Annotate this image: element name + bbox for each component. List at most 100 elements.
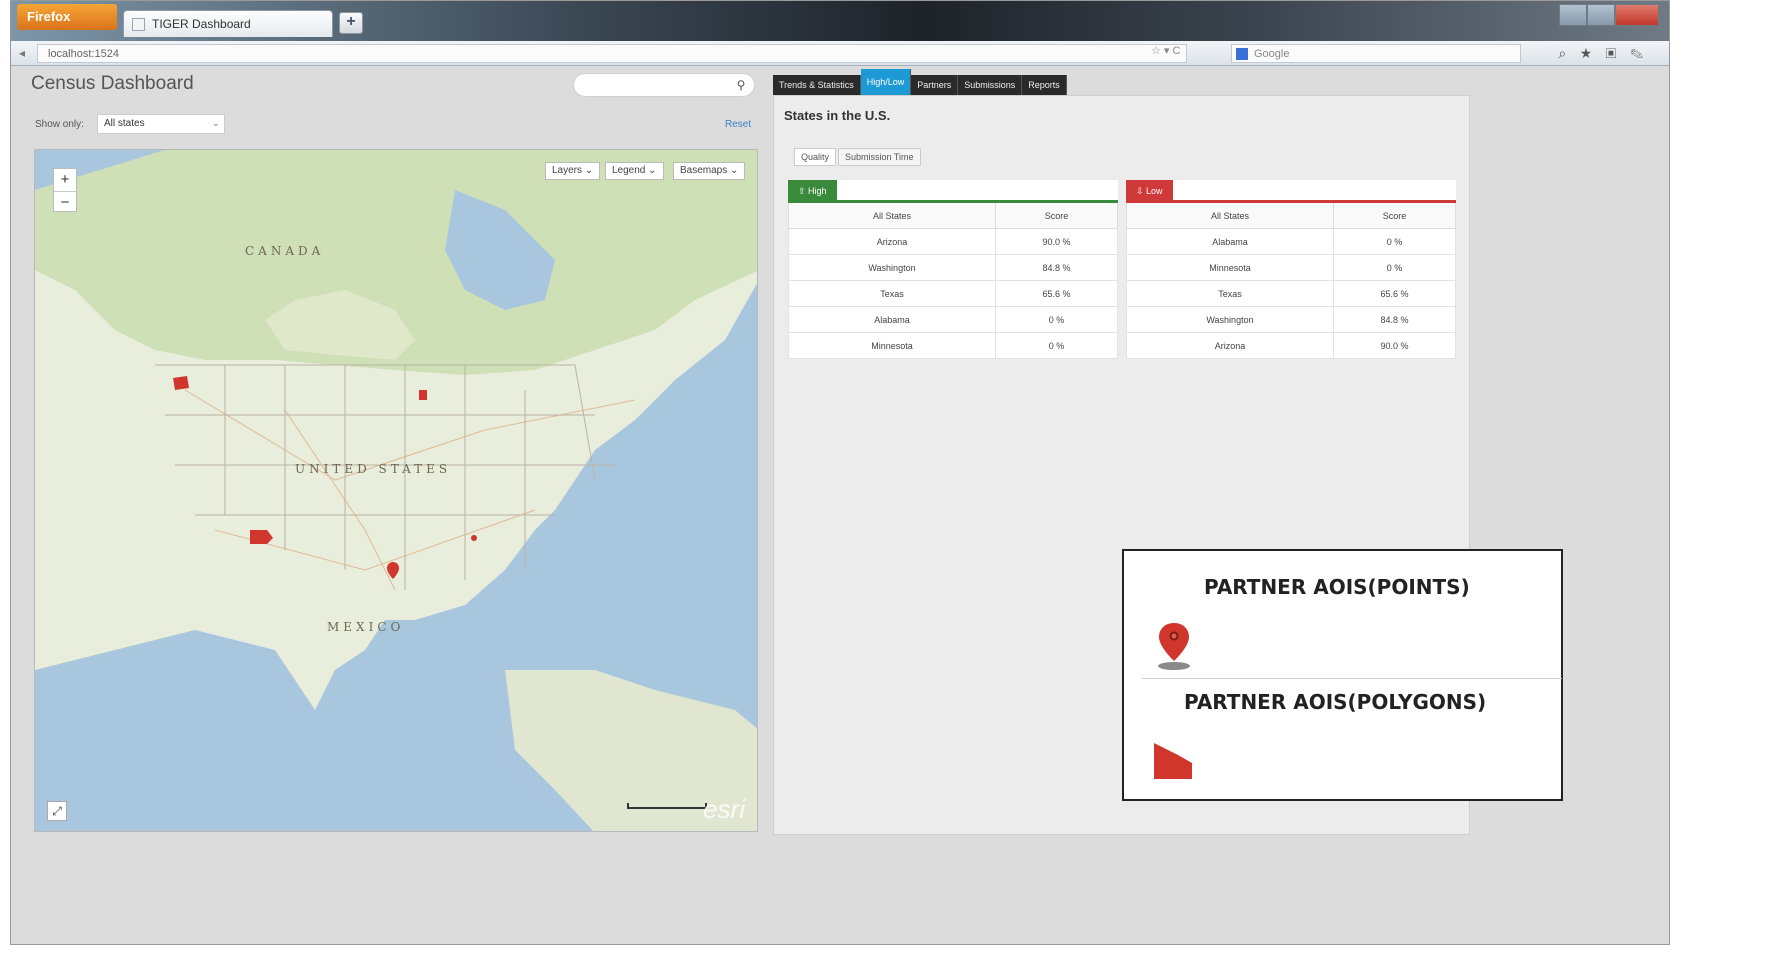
map-pin-icon [1158, 623, 1190, 670]
low-underline [1126, 200, 1456, 203]
search-engine-icon [1236, 48, 1248, 60]
column-header-score[interactable]: Score [995, 202, 1118, 229]
tab-quality[interactable]: Quality [794, 148, 837, 166]
state-filter-select[interactable]: All states ⌄ [97, 114, 225, 134]
high-table: All States Score Arizona 90.0 % Washingto… [788, 202, 1118, 359]
legend-callout: PARTNER AOIS(POINTS) PARTNER AOIS(POLYGO… [1122, 549, 1563, 801]
low-table: All States Score Alabama 0 % Minnesota 0 %… [1126, 202, 1456, 359]
score-cell: 0 % [995, 332, 1118, 359]
legend-divider [1142, 678, 1562, 679]
score-cell: 0 % [1333, 228, 1456, 255]
screenshot-stage: Firefox TIGER Dashboard + ◂ localhost:15… [0, 0, 1789, 955]
tab-trends[interactable]: Trends & Statistics [773, 75, 861, 95]
score-cell: 65.6 % [1333, 280, 1456, 307]
map-scale-bar [627, 803, 707, 809]
chevron-down-icon: ⌄ [211, 118, 220, 129]
score-cell: 0 % [1333, 254, 1456, 281]
table-row: Arizona 90.0 % [788, 228, 1118, 255]
metric-tabs: Quality Submission Time [794, 148, 923, 166]
column-header-state[interactable]: All States [788, 202, 996, 229]
state-cell: Texas [1126, 280, 1334, 307]
table-row: Minnesota 0 % [788, 332, 1118, 359]
score-cell: 65.6 % [995, 280, 1118, 307]
high-underline [788, 200, 1118, 203]
score-cell: 90.0 % [1333, 332, 1456, 359]
browser-window: Firefox TIGER Dashboard + ◂ localhost:15… [10, 0, 1670, 945]
tab-reports[interactable]: Reports [1022, 75, 1067, 95]
new-tab-button[interactable]: + [339, 12, 363, 34]
map-label-canada: CANADA [245, 244, 325, 258]
browser-navbar: ◂ localhost:1524 ☆ ▾ C Google ⌕★▣✎ [11, 41, 1669, 66]
tab-partners[interactable]: Partners [911, 75, 959, 95]
page-favicon-icon [132, 18, 145, 31]
table-row: Washington 84.8 % [788, 254, 1118, 281]
tab-high-low[interactable]: High/Low [860, 69, 912, 95]
url-tools[interactable]: ☆ ▾ C [1151, 44, 1180, 57]
table-row: Washington 84.8 % [1126, 306, 1456, 333]
esri-logo: esri [703, 794, 745, 824]
map-label-usa: UNITED STATES [295, 462, 452, 476]
search-input[interactable] [573, 73, 755, 97]
search-icon[interactable]: ⚲ [731, 74, 751, 96]
tab-submissions[interactable]: Submissions [958, 75, 1023, 95]
high-ranking-table: ⇧ High All States Score Arizona 90.0 % Wa… [788, 180, 1118, 359]
table-row: Minnesota 0 % [1126, 254, 1456, 281]
legend-dropdown[interactable]: Legend ⌄ [605, 162, 664, 180]
state-cell: Arizona [788, 228, 996, 255]
expand-map-icon[interactable]: ⤢ [47, 801, 67, 821]
browser-search-field[interactable]: Google [1231, 44, 1521, 63]
state-cell: Washington [1126, 306, 1334, 333]
table-row: Alabama 0 % [1126, 228, 1456, 255]
close-window-button[interactable] [1615, 4, 1659, 26]
minimize-button[interactable] [1559, 4, 1588, 26]
map-view[interactable]: Layers ⌄ Legend ⌄ Basemaps ⌄ + − CANADA … [34, 149, 758, 832]
score-cell: 84.8 % [1333, 306, 1456, 333]
layers-dropdown[interactable]: Layers ⌄ [545, 162, 601, 180]
state-cell: Texas [788, 280, 996, 307]
map-label-mexico: MEXICO [327, 620, 405, 634]
low-ranking-table: ⇩ Low All States Score Alabama 0 % Minnes… [1126, 180, 1456, 359]
table-row: Texas 65.6 % [1126, 280, 1456, 307]
legend-points-title: PARTNER AOIS(POINTS) [1204, 575, 1470, 599]
high-badge: ⇧ High [788, 180, 837, 202]
reset-link[interactable]: Reset [725, 119, 751, 130]
browser-toolbar-icons[interactable]: ⌕★▣✎ [1558, 45, 1657, 62]
state-filter-value: All states [104, 118, 145, 129]
window-controls [1559, 4, 1659, 26]
state-cell: Alabama [788, 306, 996, 333]
legend-polygons-title: PARTNER AOIS(POLYGONS) [1184, 690, 1487, 714]
back-arrow-icon[interactable]: ◂ [19, 46, 25, 60]
url-bar[interactable]: localhost:1524 [37, 44, 1187, 63]
score-cell: 90.0 % [995, 228, 1118, 255]
score-cell: 84.8 % [995, 254, 1118, 281]
state-cell: Minnesota [788, 332, 996, 359]
firefox-menu-button[interactable]: Firefox [17, 4, 117, 30]
column-header-score[interactable]: Score [1333, 202, 1456, 229]
column-header-state[interactable]: All States [1126, 202, 1334, 229]
browser-titlebar: Firefox TIGER Dashboard + [11, 1, 1669, 41]
basemaps-dropdown[interactable]: Basemaps ⌄ [673, 162, 746, 180]
state-cell: Arizona [1126, 332, 1334, 359]
panel-title: States in the U.S. [784, 108, 891, 123]
filter-label: Show only: [35, 119, 84, 130]
table-row: Arizona 90.0 % [1126, 332, 1456, 359]
panel-tabs: Trends & Statistics High/Low Partners Su… [773, 69, 1067, 95]
basemap-graphic [35, 150, 757, 831]
low-header: ⇩ Low [1126, 180, 1456, 203]
state-cell: Alabama [1126, 228, 1334, 255]
zoom-control: + − [53, 168, 77, 212]
table-row: Texas 65.6 % [788, 280, 1118, 307]
low-badge: ⇩ Low [1126, 180, 1173, 202]
state-cell: Washington [788, 254, 996, 281]
tab-submission-time[interactable]: Submission Time [838, 148, 921, 166]
browser-tab[interactable]: TIGER Dashboard [123, 10, 333, 37]
zoom-out-button[interactable]: − [54, 191, 76, 213]
page-title: Census Dashboard [31, 73, 194, 94]
state-cell: Minnesota [1126, 254, 1334, 281]
browser-tab-title: TIGER Dashboard [152, 17, 251, 31]
browser-search-placeholder: Google [1254, 48, 1290, 60]
polygon-icon [1154, 743, 1192, 779]
maximize-button[interactable] [1587, 4, 1616, 26]
score-cell: 0 % [995, 306, 1118, 333]
zoom-in-button[interactable]: + [54, 169, 76, 191]
